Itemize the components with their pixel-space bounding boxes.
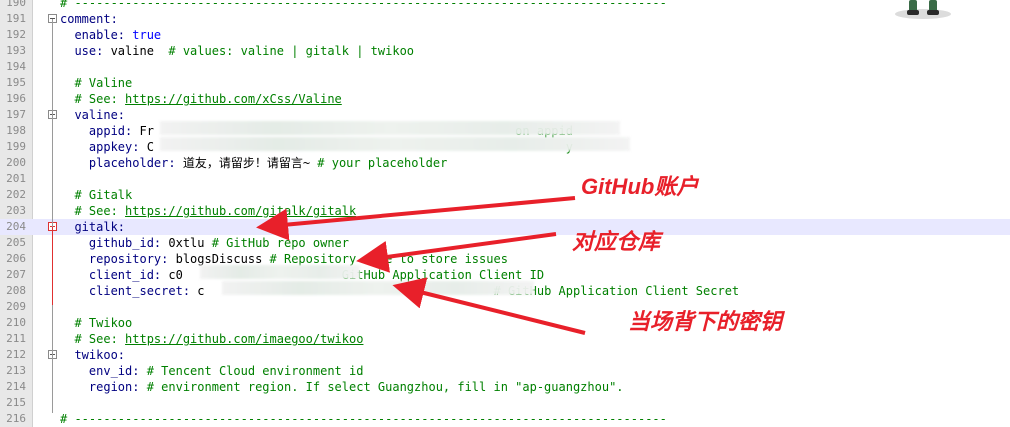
annotation-arrows — [256, 196, 586, 335]
annotation-repo: 对应仓库 — [572, 229, 661, 254]
arrow-secret — [392, 277, 586, 335]
annotation-secret: 当场背下的密钥 — [628, 309, 783, 334]
annotation-github-account: GitHub账户 — [581, 174, 699, 199]
arrow-github-account — [256, 196, 576, 241]
arrow-repo — [356, 232, 557, 273]
